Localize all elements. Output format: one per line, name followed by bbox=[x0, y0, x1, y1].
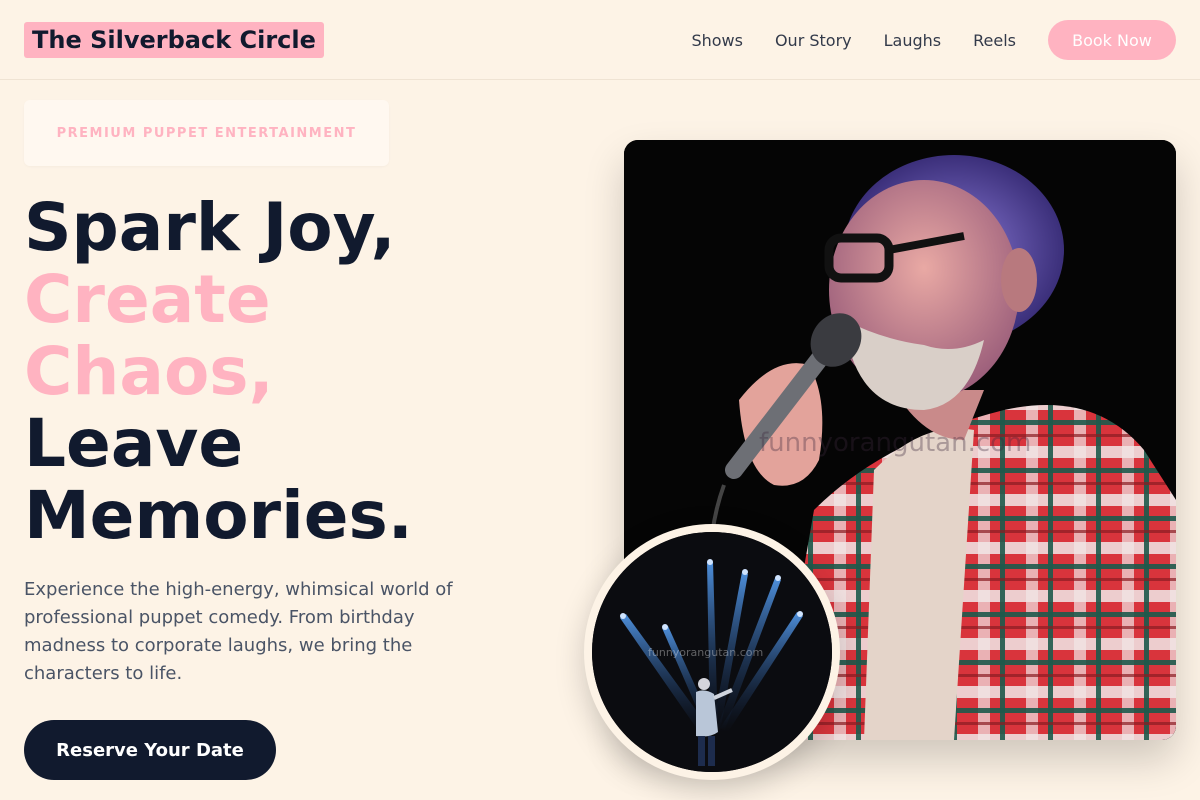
headline-line-3: Chaos, bbox=[24, 333, 274, 410]
headline-line-1: Spark Joy, bbox=[24, 189, 396, 266]
stage-photo: funnyorangutan.com bbox=[584, 524, 840, 780]
hero-badge: PREMIUM PUPPET ENTERTAINMENT bbox=[24, 100, 389, 166]
hero-headline: Spark Joy, Create Chaos, Leave Memories. bbox=[24, 192, 584, 552]
book-now-button[interactable]: Book Now bbox=[1048, 20, 1176, 60]
stage-watermark: funnyorangutan.com bbox=[648, 646, 764, 659]
nav-link-our-story[interactable]: Our Story bbox=[775, 31, 852, 50]
stage-photo-frame: funnyorangutan.com bbox=[592, 532, 832, 772]
headline-line-5: Memories. bbox=[24, 477, 413, 554]
brand-logo[interactable]: The Silverback Circle bbox=[24, 22, 324, 58]
reserve-date-button[interactable]: Reserve Your Date bbox=[24, 720, 276, 780]
nav-link-laughs[interactable]: Laughs bbox=[884, 31, 942, 50]
nav-link-shows[interactable]: Shows bbox=[691, 31, 743, 50]
headline-line-4: Leave bbox=[24, 405, 244, 482]
headline-line-2: Create bbox=[24, 261, 271, 338]
photo-watermark: funnyorangutan.com bbox=[759, 428, 1032, 458]
site-header: The Silverback Circle Shows Our Story La… bbox=[0, 0, 1200, 80]
hero-description: Experience the high-energy, whimsical wo… bbox=[24, 579, 453, 684]
nav-link-reels[interactable]: Reels bbox=[973, 31, 1016, 50]
main-nav: Shows Our Story Laughs Reels Book Now bbox=[691, 20, 1176, 60]
